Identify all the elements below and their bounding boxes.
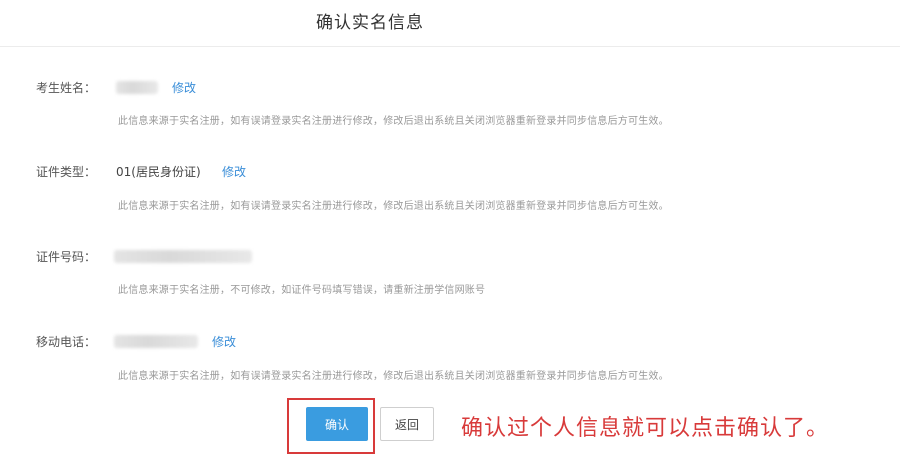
confirm-button[interactable]: 确认 xyxy=(306,407,368,441)
id-number-row: 证件号码： xyxy=(0,245,900,269)
id-number-hint: 此信息来源于实名注册，不可修改，如证件号码填写错误，请重新注册学信网账号 xyxy=(118,285,486,296)
title-divider xyxy=(0,46,900,47)
id-type-hint: 此信息来源于实名注册，如有误请登录实名注册进行修改，修改后退出系统且关闭浏览器重… xyxy=(118,201,669,212)
phone-row: 移动电话： 修改 xyxy=(0,330,900,354)
name-edit-link[interactable]: 修改 xyxy=(172,79,196,96)
annotation-text: 确认过个人信息就可以点击确认了。 xyxy=(461,416,830,441)
phone-label: 移动电话： xyxy=(36,335,97,349)
id-type-label: 证件类型： xyxy=(36,165,97,179)
id-number-label: 证件号码： xyxy=(36,250,97,264)
name-label: 考生姓名： xyxy=(36,81,97,95)
id-type-value: 01(居民身份证) xyxy=(116,165,201,179)
name-hint: 此信息来源于实名注册，如有误请登录实名注册进行修改，修改后退出系统且关闭浏览器重… xyxy=(118,116,669,127)
real-name-confirm-page: 确认实名信息 考生姓名： 修改 此信息来源于实名注册，如有误请登录实名注册进行修… xyxy=(0,0,900,462)
back-button[interactable]: 返回 xyxy=(380,407,434,441)
phone-edit-link[interactable]: 修改 xyxy=(212,333,236,350)
page-title: 确认实名信息 xyxy=(316,13,424,33)
id-type-edit-link[interactable]: 修改 xyxy=(222,163,246,180)
id-type-row: 证件类型： 01(居民身份证) 修改 xyxy=(0,160,900,184)
phone-hint: 此信息来源于实名注册，如有误请登录实名注册进行修改，修改后退出系统且关闭浏览器重… xyxy=(118,371,669,382)
name-row: 考生姓名： 修改 xyxy=(0,76,900,100)
id-number-value-redacted xyxy=(114,250,252,263)
phone-value-redacted xyxy=(114,335,198,348)
name-value-redacted xyxy=(116,81,158,94)
